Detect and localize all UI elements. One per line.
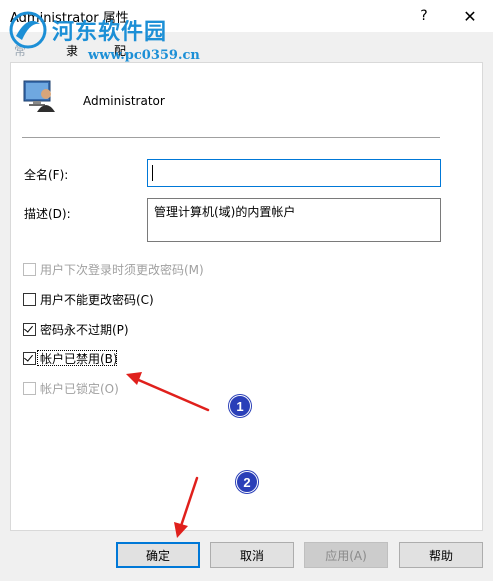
- help-title-button[interactable]: ?: [401, 0, 447, 32]
- watermark-logo-icon: [9, 11, 47, 49]
- checkbox-account-locked[interactable]: [23, 381, 36, 395]
- apply-button[interactable]: 应用(A): [304, 542, 388, 568]
- checkbox-cannot-change-password[interactable]: [23, 292, 36, 306]
- watermark-url: www.pc0359.cn: [88, 48, 200, 63]
- ok-button[interactable]: 确定: [116, 542, 200, 568]
- close-button[interactable]: ✕: [447, 0, 493, 32]
- text-caret: [152, 165, 153, 181]
- option-cannot-change-password[interactable]: 用户不能更改密码(C): [23, 291, 154, 307]
- annotation-badge-1: 1: [229, 395, 251, 417]
- option-label: 用户不能更改密码(C): [40, 292, 154, 307]
- watermark-title: 河东软件园: [52, 19, 168, 45]
- option-label: 密码永不过期(P): [40, 322, 129, 337]
- annotation-badge-2: 2: [236, 471, 258, 493]
- fullname-input[interactable]: [147, 159, 441, 187]
- cancel-button[interactable]: 取消: [210, 542, 294, 568]
- divider: [22, 137, 440, 138]
- option-account-locked[interactable]: 帐户已锁定(O): [23, 380, 119, 396]
- checkbox-account-disabled[interactable]: [23, 351, 36, 365]
- option-password-never-expires[interactable]: 密码永不过期(P): [23, 321, 129, 337]
- option-must-change-password[interactable]: 用户下次登录时须更改密码(M): [23, 261, 204, 277]
- fullname-label: 全名(F):: [24, 168, 69, 182]
- description-label: 描述(D):: [24, 207, 71, 221]
- close-icon: ✕: [463, 6, 477, 26]
- checkbox-must-change-password[interactable]: [23, 262, 36, 276]
- checkbox-password-never-expires[interactable]: [23, 322, 36, 336]
- check-icon: [24, 322, 33, 333]
- focus-rectangle: [37, 350, 117, 366]
- option-label: 用户下次登录时须更改密码(M): [40, 262, 204, 277]
- check-icon: [24, 351, 33, 362]
- user-name: Administrator: [83, 94, 165, 108]
- watermark: 河东软件园 www.pc0359.cn: [8, 10, 208, 66]
- description-input[interactable]: 管理计算机(域)的内置帐户: [147, 198, 441, 242]
- user-monitor-icon: [23, 80, 55, 112]
- help-button[interactable]: 帮助: [399, 542, 483, 568]
- option-label: 帐户已锁定(O): [40, 381, 119, 396]
- help-icon: ?: [420, 8, 428, 24]
